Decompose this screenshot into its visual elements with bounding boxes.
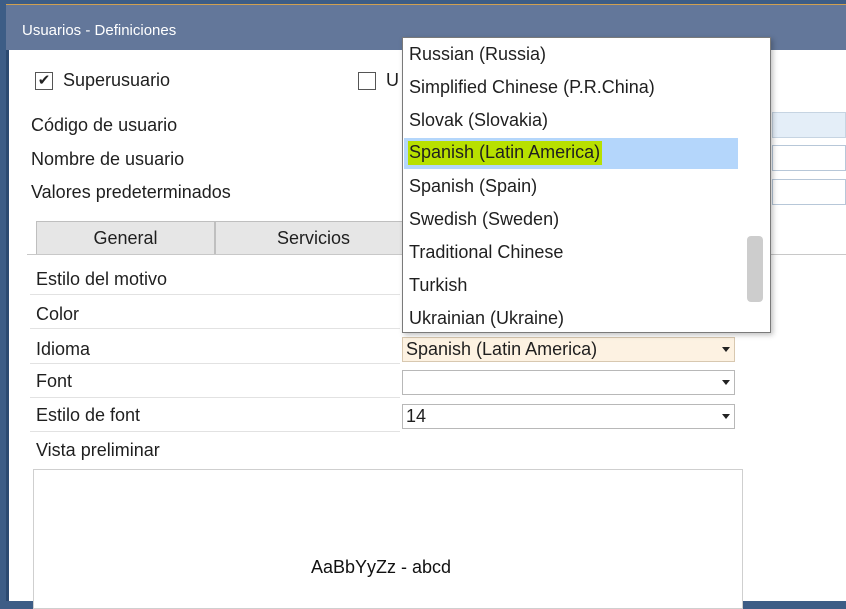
user-code-label: Código de usuario bbox=[31, 115, 178, 135]
font-style-label: Estilo de font bbox=[36, 405, 141, 425]
option-label: Russian (Russia) bbox=[409, 44, 547, 64]
chevron-down-icon[interactable] bbox=[722, 380, 730, 385]
color-label: Color bbox=[36, 304, 80, 324]
option-label: Spanish (Latin America) bbox=[408, 141, 603, 165]
checkbox-box[interactable]: ✔ bbox=[35, 71, 53, 90]
row-divider bbox=[30, 397, 400, 398]
checkmark-icon: ✔ bbox=[37, 72, 51, 89]
option-label: Ukrainian (Ukraine) bbox=[409, 308, 565, 328]
option-label: Turkish bbox=[409, 275, 468, 295]
language-dropdown-list[interactable]: Russian (Russia) Simplified Chinese (P.R… bbox=[402, 37, 771, 333]
chevron-down-icon[interactable] bbox=[722, 347, 730, 352]
font-label: Font bbox=[36, 371, 73, 391]
superuser-checkbox[interactable]: ✔ Superusuario bbox=[35, 70, 170, 91]
tab-general[interactable]: General bbox=[36, 221, 215, 254]
option-label: Slovak (Slovakia) bbox=[409, 110, 549, 130]
option-label: Swedish (Sweden) bbox=[409, 209, 560, 229]
window-title: Usuarios - Definiciones bbox=[22, 22, 177, 39]
option-label: Spanish (Spain) bbox=[409, 176, 538, 196]
tab-servicios[interactable]: Servicios bbox=[215, 221, 412, 254]
dropdown-option-traditional-chinese[interactable]: Traditional Chinese bbox=[404, 238, 738, 269]
tab-servicios-label: Servicios bbox=[276, 227, 351, 248]
option-label: Simplified Chinese (P.R.China) bbox=[409, 77, 655, 97]
dropdown-option-ukrainian[interactable]: Ukrainian (Ukraine) bbox=[404, 304, 738, 335]
preview-box bbox=[33, 469, 743, 609]
language-select[interactable]: Spanish (Latin America) bbox=[402, 337, 735, 362]
window-edge bbox=[6, 50, 9, 601]
language-label: Idioma bbox=[36, 339, 91, 359]
row-divider bbox=[30, 363, 400, 364]
dropdown-option-simplified-chinese[interactable]: Simplified Chinese (P.R.China) bbox=[404, 73, 738, 104]
row-divider bbox=[30, 294, 400, 295]
preview-sample-text: AaBbYyZz - abcd bbox=[311, 557, 452, 577]
row-divider bbox=[30, 431, 400, 432]
tab-general-label: General bbox=[93, 227, 158, 248]
dropdown-option-slovak[interactable]: Slovak (Slovakia) bbox=[404, 106, 738, 137]
row-divider bbox=[30, 328, 400, 329]
defaults-label: Valores predeterminados bbox=[31, 182, 231, 202]
checkbox-box[interactable] bbox=[358, 71, 376, 90]
dropdown-option-russian[interactable]: Russian (Russia) bbox=[404, 40, 738, 71]
user-name-input[interactable] bbox=[772, 145, 846, 171]
second-checkbox-label: U bbox=[386, 70, 399, 90]
user-code-input[interactable] bbox=[772, 112, 846, 138]
font-select[interactable] bbox=[402, 370, 735, 395]
dropdown-option-swedish[interactable]: Swedish (Sweden) bbox=[404, 205, 738, 236]
tab-strip: General Servicios bbox=[36, 221, 412, 254]
theme-style-label: Estilo del motivo bbox=[36, 269, 168, 289]
chevron-down-icon[interactable] bbox=[722, 414, 730, 419]
dropdown-option-spanish-latin-america[interactable]: Spanish (Latin America) bbox=[404, 138, 738, 169]
font-style-select-value: 14 bbox=[406, 406, 427, 426]
user-name-label: Nombre de usuario bbox=[31, 149, 185, 169]
defaults-input[interactable] bbox=[772, 179, 846, 205]
dropdown-option-turkish[interactable]: Turkish bbox=[404, 271, 738, 302]
dropdown-option-spanish-spain[interactable]: Spanish (Spain) bbox=[404, 172, 738, 203]
dropdown-scrollbar-thumb[interactable] bbox=[747, 236, 763, 302]
font-style-select[interactable]: 14 bbox=[402, 404, 735, 429]
preview-label: Vista preliminar bbox=[36, 440, 160, 460]
option-label: Traditional Chinese bbox=[409, 242, 564, 262]
language-select-value: Spanish (Latin America) bbox=[406, 339, 598, 359]
second-checkbox[interactable]: U bbox=[358, 70, 399, 91]
superuser-label: Superusuario bbox=[63, 70, 171, 90]
